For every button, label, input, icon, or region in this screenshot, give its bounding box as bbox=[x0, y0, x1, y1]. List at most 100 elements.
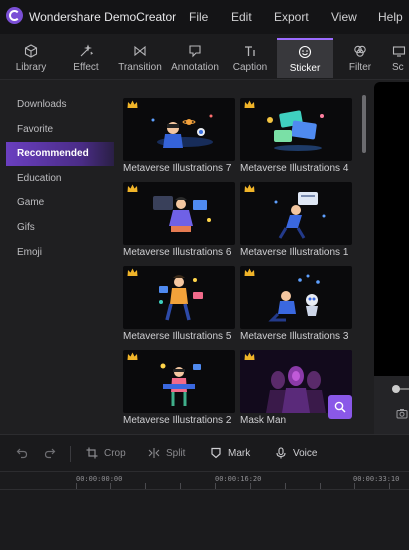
title-bar: Wondershare DemoCreator File Edit Export… bbox=[0, 0, 409, 34]
menu-view[interactable]: View bbox=[331, 10, 357, 24]
sticker-thumbnail bbox=[240, 182, 352, 245]
tab-effect[interactable]: Effect bbox=[58, 38, 114, 78]
undo-button[interactable] bbox=[16, 447, 34, 459]
menu-export[interactable]: Export bbox=[274, 10, 309, 24]
tab-library[interactable]: Library bbox=[3, 38, 59, 78]
crown-icon bbox=[244, 100, 255, 108]
metaverse-illustration-7-art bbox=[151, 114, 213, 148]
sticker-card[interactable]: Metaverse Illustrations 2 bbox=[123, 350, 235, 426]
sidebar-item-favorite[interactable]: Favorite bbox=[0, 118, 114, 142]
sidebar-item-gifs[interactable]: Gifs bbox=[0, 216, 114, 240]
crown-icon bbox=[127, 268, 138, 276]
timecode-label: 00:00:16:20 bbox=[215, 475, 262, 483]
volume-slider-knob[interactable] bbox=[392, 385, 400, 393]
sticker-thumbnail bbox=[123, 182, 235, 245]
sticker-grid-scrollbar[interactable] bbox=[362, 95, 366, 153]
sticker-thumbnail bbox=[123, 350, 235, 413]
sidebar-item-emoji[interactable]: Emoji bbox=[0, 241, 114, 265]
tab-sticker[interactable]: Sticker bbox=[277, 38, 333, 78]
sticker-card[interactable]: Metaverse Illustrations 6 bbox=[123, 182, 235, 258]
snapshot-camera-icon[interactable] bbox=[396, 408, 408, 419]
menu-edit[interactable]: Edit bbox=[231, 10, 252, 24]
voice-button[interactable]: Voice bbox=[275, 447, 317, 459]
crown-icon bbox=[244, 184, 255, 192]
metaverse-illustration-5-art bbox=[159, 275, 203, 321]
sticker-thumbnail bbox=[240, 266, 352, 329]
sidebar-item-recommended[interactable]: Recommended bbox=[6, 142, 114, 166]
transition-icon bbox=[134, 45, 146, 56]
app-logo-icon bbox=[6, 7, 23, 24]
tab-caption[interactable]: Caption bbox=[222, 38, 278, 78]
split-button[interactable]: Split bbox=[148, 447, 185, 459]
tab-label: Library bbox=[15, 61, 47, 73]
preview-panel bbox=[370, 80, 409, 434]
tab-annotation[interactable]: Annotation bbox=[167, 38, 223, 78]
sticker-label: Metaverse Illustrations 4 bbox=[240, 163, 349, 174]
ruler-tick bbox=[180, 483, 181, 489]
menu-file[interactable]: File bbox=[189, 10, 208, 24]
sidebar-item-downloads[interactable]: Downloads bbox=[0, 93, 114, 117]
tab-filter[interactable]: Filter bbox=[332, 38, 388, 78]
tab-label: Effect bbox=[73, 61, 99, 73]
mark-label: Mark bbox=[228, 447, 251, 459]
tab-label: Annotation bbox=[171, 61, 219, 73]
split-label: Split bbox=[166, 447, 186, 459]
preview-controls bbox=[374, 376, 409, 434]
ruler-tick bbox=[76, 483, 77, 489]
search-icon bbox=[334, 401, 346, 413]
ruler-tick bbox=[145, 483, 146, 489]
shield-mark-icon bbox=[211, 447, 221, 459]
search-button[interactable] bbox=[328, 395, 352, 419]
sticker-category-sidebar: Downloads Favorite Recommended Education… bbox=[0, 80, 114, 434]
timecode-label: 00:00:00:00 bbox=[76, 475, 123, 483]
ruler-tick bbox=[250, 483, 251, 489]
sticker-thumbnail bbox=[123, 98, 235, 161]
tab-screen[interactable]: Sc bbox=[384, 38, 409, 78]
sticker-card[interactable]: Metaverse Illustrations 1 bbox=[240, 182, 352, 258]
crown-icon bbox=[127, 352, 138, 360]
sticker-card[interactable]: Metaverse Illustrations 4 bbox=[240, 98, 352, 174]
magic-wand-icon bbox=[80, 43, 93, 56]
crop-label: Crop bbox=[104, 447, 126, 459]
sticker-label: Metaverse Illustrations 1 bbox=[240, 247, 349, 258]
sticker-card[interactable]: Metaverse Illustrations 7 bbox=[123, 98, 235, 174]
ruler-tick bbox=[215, 483, 216, 489]
redo-button[interactable] bbox=[44, 447, 62, 459]
tool-tabs: Library Effect Transition Annotation Cap… bbox=[0, 34, 409, 80]
microphone-icon bbox=[276, 447, 286, 459]
menu-help[interactable]: Help bbox=[378, 10, 403, 24]
sticker-label: Metaverse Illustrations 6 bbox=[123, 247, 232, 258]
annotation-icon bbox=[189, 44, 201, 57]
crop-button[interactable]: Crop bbox=[86, 447, 126, 459]
sticker-card[interactable]: Metaverse Illustrations 5 bbox=[123, 266, 235, 342]
sticker-card[interactable]: Metaverse Illustrations 3 bbox=[240, 266, 352, 342]
metaverse-illustration-2-art bbox=[160, 363, 201, 406]
smiley-icon bbox=[298, 45, 312, 58]
timeline-ruler[interactable]: 00:00:00:00 00:00:16:20 00:00:33:10 bbox=[0, 472, 409, 490]
tab-label: Filter bbox=[348, 61, 372, 73]
redo-icon bbox=[44, 448, 56, 459]
filter-icon bbox=[354, 45, 366, 57]
timecode-label: 00:00:33:10 bbox=[353, 475, 400, 483]
timeline[interactable]: 00:00:00:00 00:00:16:20 00:00:33:10 bbox=[0, 472, 409, 550]
app-title: Wondershare DemoCreator bbox=[29, 10, 177, 24]
sticker-thumbnail bbox=[240, 98, 352, 161]
screen-icon bbox=[392, 45, 406, 57]
split-icon bbox=[148, 448, 160, 458]
tab-transition[interactable]: Transition bbox=[112, 38, 168, 78]
undo-icon bbox=[16, 448, 28, 459]
ruler-tick bbox=[320, 483, 321, 489]
sticker-label: Metaverse Illustrations 7 bbox=[123, 163, 232, 174]
sidebar-item-game[interactable]: Game bbox=[0, 191, 114, 215]
sticker-thumbnail bbox=[123, 266, 235, 329]
metaverse-illustration-6-art bbox=[153, 196, 211, 232]
metaverse-illustration-4-art bbox=[267, 110, 324, 151]
crown-icon bbox=[127, 184, 138, 192]
mark-button[interactable]: Mark bbox=[210, 447, 250, 459]
tab-label: Sc bbox=[392, 61, 404, 73]
tab-label: Transition bbox=[118, 61, 162, 73]
sidebar-item-education[interactable]: Education bbox=[0, 167, 114, 191]
crop-icon bbox=[86, 447, 98, 459]
ruler-tick bbox=[110, 483, 111, 489]
ruler-tick bbox=[354, 483, 355, 489]
